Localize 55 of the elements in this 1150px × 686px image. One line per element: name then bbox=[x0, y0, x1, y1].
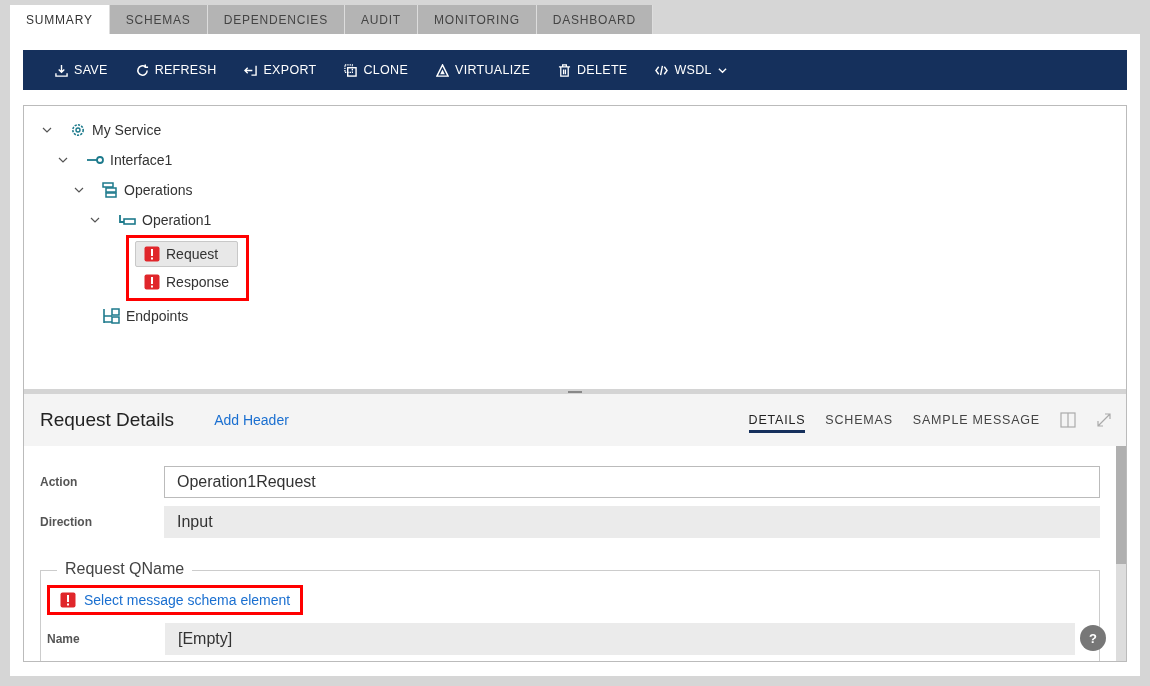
toolbar-button[interactable]: DELETE bbox=[546, 59, 640, 81]
readonly-field: Input bbox=[164, 506, 1100, 538]
select-schema-link[interactable]: Select message schema element bbox=[84, 592, 291, 608]
tab[interactable]: DEPENDENCIES bbox=[207, 5, 345, 34]
tab[interactable]: DASHBOARD bbox=[536, 5, 653, 34]
tab[interactable]: DETAILS bbox=[748, 407, 806, 433]
field-label: Direction bbox=[40, 515, 93, 529]
trash-icon bbox=[558, 63, 572, 77]
add-header-link[interactable]: Add Header bbox=[214, 412, 289, 428]
chevron-icon[interactable] bbox=[58, 155, 68, 165]
help-button[interactable]: ? bbox=[1080, 625, 1106, 651]
triangle-icon bbox=[436, 63, 450, 77]
code-icon bbox=[655, 63, 669, 77]
stack-icon bbox=[102, 182, 118, 198]
tab[interactable]: SUMMARY bbox=[10, 5, 110, 34]
refresh-icon bbox=[135, 63, 149, 77]
panel-title: Request Details bbox=[40, 409, 175, 431]
chevron-icon[interactable] bbox=[74, 185, 84, 195]
fieldset-legend: Request QName bbox=[57, 560, 193, 578]
tree-item[interactable]: Endpoints bbox=[126, 308, 189, 324]
tree-item[interactable]: Operation1 bbox=[142, 212, 212, 228]
tab[interactable]: SCHEMAS bbox=[109, 5, 208, 34]
chevron-icon[interactable] bbox=[42, 125, 52, 135]
chevron-icon[interactable] bbox=[90, 215, 100, 225]
tree-item[interactable]: My Service bbox=[92, 122, 162, 138]
toolbar-button[interactable]: CLONE bbox=[332, 59, 421, 81]
tab[interactable]: AUDIT bbox=[345, 5, 418, 34]
hierarchy-icon bbox=[102, 308, 120, 324]
tree-item[interactable]: Operations bbox=[124, 182, 193, 198]
input-field[interactable]: Operation1Request bbox=[164, 466, 1100, 498]
scrollbar[interactable] bbox=[1116, 446, 1126, 661]
export-icon bbox=[244, 63, 258, 77]
toolbar-button[interactable]: VIRTUALIZE bbox=[424, 59, 543, 81]
tree-item[interactable]: Interface1 bbox=[110, 152, 173, 168]
copy-icon bbox=[344, 63, 358, 77]
toolbar-button[interactable]: REFRESH bbox=[123, 59, 229, 81]
splitter-handle[interactable] bbox=[568, 390, 582, 393]
download-icon bbox=[55, 63, 68, 77]
field-label: Action bbox=[40, 475, 79, 489]
operation-icon bbox=[118, 214, 136, 226]
field-label: Name bbox=[47, 632, 81, 646]
tree-item[interactable]: Request bbox=[135, 241, 239, 267]
readonly-field: [Empty] bbox=[165, 623, 1075, 655]
toolbar-button[interactable]: EXPORT bbox=[232, 59, 329, 81]
toolbar-button[interactable]: SAVE bbox=[43, 59, 120, 81]
tree-item[interactable]: Response bbox=[135, 269, 239, 295]
gear-icon bbox=[70, 122, 86, 138]
toolbar-button[interactable]: WSDL bbox=[643, 59, 739, 81]
expand-icon[interactable] bbox=[1096, 412, 1112, 428]
scrollbar-thumb[interactable] bbox=[1116, 446, 1126, 564]
tab[interactable]: SAMPLE MESSAGE bbox=[912, 407, 1040, 433]
split-view-icon[interactable] bbox=[1060, 412, 1076, 428]
interface-icon bbox=[86, 154, 104, 166]
tab[interactable]: SCHEMAS bbox=[825, 407, 893, 433]
tab[interactable]: MONITORING bbox=[418, 5, 537, 34]
